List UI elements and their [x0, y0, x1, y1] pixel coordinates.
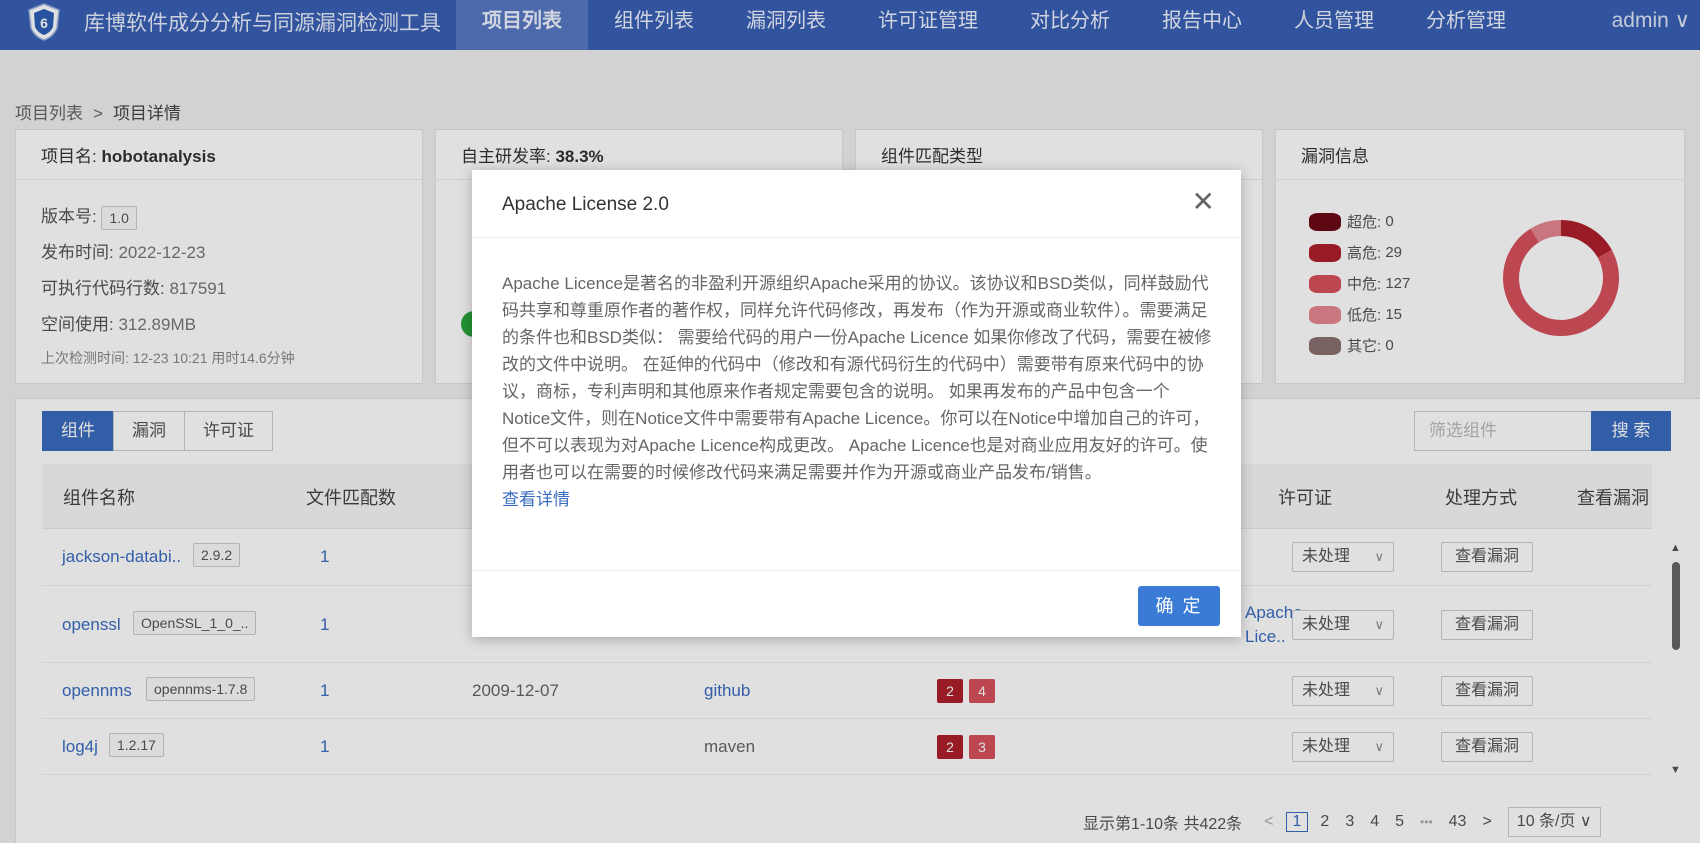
license-description: Apache Licence是著名的非盈利开源组织Apache采用的协议。该协议… — [502, 274, 1212, 482]
license-modal: Apache License 2.0 ✕ Apache Licence是著名的非… — [472, 170, 1241, 637]
modal-title: Apache License 2.0 — [502, 194, 669, 215]
modal-header: Apache License 2.0 ✕ — [472, 170, 1241, 238]
view-details-link[interactable]: 查看详情 — [502, 486, 1214, 513]
close-icon[interactable]: ✕ — [1192, 188, 1215, 216]
confirm-button[interactable]: 确 定 — [1138, 586, 1220, 626]
modal-body: Apache Licence是著名的非盈利开源组织Apache采用的协议。该协议… — [502, 270, 1214, 513]
modal-footer: 确 定 — [472, 570, 1241, 637]
